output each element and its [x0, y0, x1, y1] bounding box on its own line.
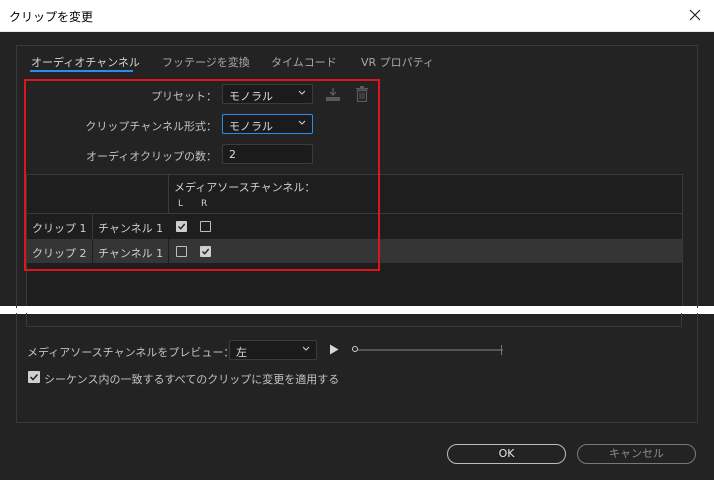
- highlight-annotation: [24, 79, 380, 271]
- preview-progress-track[interactable]: [355, 349, 503, 351]
- tab-interpret-footage[interactable]: フッテージを変換: [162, 54, 250, 70]
- play-icon[interactable]: [329, 344, 339, 355]
- tab-vr-properties[interactable]: VR プロパティ: [361, 54, 434, 70]
- settings-panel-lower: [16, 313, 698, 423]
- tab-audio-channels[interactable]: オーディオチャンネル: [31, 54, 140, 70]
- preview-label: メディアソースチャンネルをプレビュー：: [27, 346, 235, 359]
- title-bar: クリップを変更: [0, 0, 714, 32]
- preview-channel-dropdown[interactable]: 左: [229, 340, 317, 360]
- check-icon: [29, 373, 39, 381]
- cancel-button[interactable]: キャンセル: [577, 444, 696, 464]
- channel-table-bottom: [26, 313, 682, 327]
- window-title: クリップを変更: [9, 10, 94, 24]
- tab-timecode[interactable]: タイムコード: [271, 54, 337, 70]
- close-icon: [689, 9, 701, 21]
- active-tab-indicator: [30, 70, 133, 72]
- ok-button[interactable]: OK: [447, 444, 566, 464]
- preview-progress-end: [501, 345, 502, 355]
- apply-all-label: シーケンス内の一致するすべてのクリップに変更を適用する: [44, 373, 340, 386]
- preview-channel-value: 左: [236, 346, 247, 359]
- preview-playhead[interactable]: [352, 346, 358, 352]
- apply-all-checkbox[interactable]: [28, 371, 40, 383]
- close-button[interactable]: [682, 4, 708, 26]
- chevron-down-icon: [302, 346, 310, 351]
